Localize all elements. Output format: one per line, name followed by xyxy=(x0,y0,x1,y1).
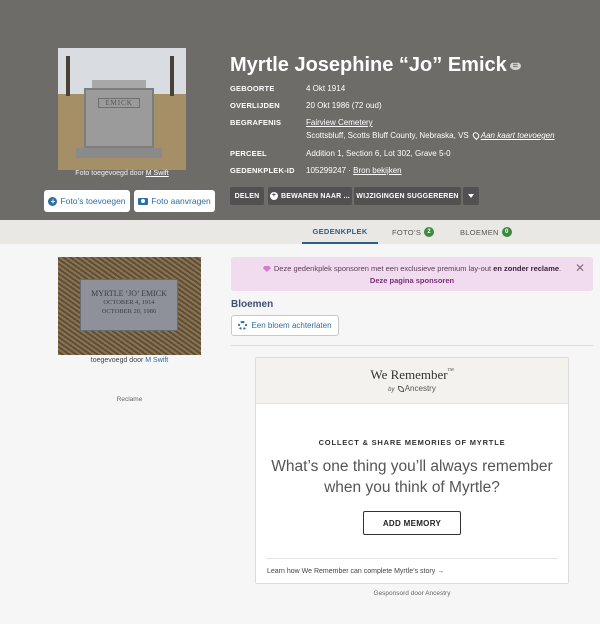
headstone-base xyxy=(76,148,162,158)
we-remember-logo: We RememberTM xyxy=(256,367,568,383)
plot-label: PERCEEL xyxy=(230,149,267,158)
side-caption-prefix: toegevoegd door xyxy=(90,357,144,364)
card-divider xyxy=(266,558,558,559)
headstone-line: MYRTLE ‘JO’ EMICK xyxy=(91,289,167,298)
add-to-map-link[interactable]: Aan kaart toevoegen xyxy=(481,131,555,140)
section-divider xyxy=(231,345,593,346)
side-contributor-link[interactable]: M Swift xyxy=(145,357,168,364)
by-text: by xyxy=(388,387,395,393)
sponsor-text-bold: en zonder reclame xyxy=(493,264,560,273)
memorial-tabs: GEDENKPLEK FOTO’S 2 BLOEMEN 0 xyxy=(0,220,600,244)
headstone-inscription: EMICK xyxy=(98,98,140,108)
view-source-link[interactable]: Bron bekijken xyxy=(353,166,401,175)
more-actions-button[interactable] xyxy=(463,187,479,205)
ancestry-leaf-icon xyxy=(397,385,404,392)
birth-label: GEBOORTE xyxy=(230,84,275,93)
request-photo-label: Foto aanvragen xyxy=(151,196,211,206)
headstone-line: OCTOBER 4, 1914 xyxy=(103,299,155,306)
ad-label: Reclame xyxy=(116,396,143,403)
leave-flower-button[interactable]: Een bloem achterlaten xyxy=(231,315,339,336)
person-name: Myrtle Josephine “Jo” Emick ☰ xyxy=(230,54,521,77)
headstone-text: MYRTLE ‘JO’ EMICK OCTOBER 4, 1914 OCTOBE… xyxy=(88,289,170,316)
camera-icon xyxy=(138,197,149,205)
trademark: TM xyxy=(447,367,454,372)
learn-more-link[interactable]: Learn how We Remember can complete Myrtl… xyxy=(267,568,444,575)
sponsor-text-main: Deze gedenkplek sponsoren met een exclus… xyxy=(273,264,492,273)
we-remember-card: We RememberTM by Ancestry COLLECT & SHAR… xyxy=(255,357,569,584)
cemetery-link[interactable]: Fairview Cemetery xyxy=(306,118,373,127)
tab-photos-label: FOTO’S xyxy=(392,227,422,237)
flowers-heading: Bloemen xyxy=(231,299,274,310)
memorial-header: EMICK Foto toegevoegd door M Swift + Fot… xyxy=(0,0,600,220)
tab-memorial[interactable]: GEDENKPLEK xyxy=(302,220,378,244)
sponsored-by: Gesponsord door Ancestry xyxy=(373,590,451,597)
burial-location: Scottsbluff, Scotts Bluff County, Nebras… xyxy=(306,131,555,141)
sponsor-text-end: . xyxy=(559,264,562,273)
cemetery-link-wrap: Fairview Cemetery xyxy=(306,118,373,127)
save-to-button[interactable]: + BEWAREN NAAR ... xyxy=(268,187,352,205)
tab-photos[interactable]: FOTO’S 2 xyxy=(392,220,435,244)
person-name-text: Myrtle Josephine “Jo” Emick xyxy=(230,54,507,76)
photo-contributor-link[interactable]: M Swift xyxy=(146,170,169,177)
brand-name: We Remember xyxy=(370,367,448,382)
main-grave-photo[interactable]: EMICK xyxy=(58,48,186,170)
ancestry-text: Ancestry xyxy=(404,384,436,393)
sponsor-page-link[interactable]: Deze pagina sponsoren xyxy=(231,276,593,285)
memorial-id-row: 105299247 · Bron bekijken xyxy=(306,166,402,175)
plot-value: Addition 1, Section 6, Lot 302, Grave 5-… xyxy=(306,149,451,158)
suggest-edits-button[interactable]: WIJZIGINGEN SUGGEREREN xyxy=(354,187,461,205)
gravestone-photo[interactable]: MYRTLE ‘JO’ EMICK OCTOBER 4, 1914 OCTOBE… xyxy=(58,257,201,355)
gem-icon xyxy=(262,266,271,273)
photo-caption-prefix: Foto toegevoegd door xyxy=(75,170,144,177)
photo-caption: Foto toegevoegd door M Swift xyxy=(58,170,186,177)
save-to-label: BEWAREN NAAR ... xyxy=(281,192,350,200)
tab-memorial-label: GEDENKPLEK xyxy=(312,226,368,236)
photos-count-badge: 2 xyxy=(424,227,435,237)
plus-circle-icon: + xyxy=(48,196,58,206)
bio-badge-icon[interactable]: ☰ xyxy=(509,61,521,70)
request-photo-button[interactable]: Foto aanvragen xyxy=(134,190,215,212)
death-label: OVERLIJDEN xyxy=(230,101,280,110)
map-pin-icon xyxy=(471,131,481,141)
birth-value: 4 Okt 1914 xyxy=(306,84,346,93)
flowers-count-badge: 0 xyxy=(501,227,512,237)
chevron-down-icon xyxy=(468,194,474,198)
add-photos-label: Foto’s toevoegen xyxy=(60,196,126,206)
flower-icon xyxy=(238,321,248,330)
tree-shape xyxy=(66,56,70,96)
card-question: What’s one thing you’ll always remember … xyxy=(271,458,553,496)
share-button[interactable]: DELEN xyxy=(230,187,264,205)
sponsor-text: Deze gedenkplek sponsoren met een exclus… xyxy=(231,264,593,273)
side-photo-caption: toegevoegd door M Swift xyxy=(58,357,201,364)
plus-circle-icon: + xyxy=(270,192,279,200)
headstone-line: OCTOBER 20, 1986 xyxy=(101,308,157,315)
memorial-id-label: GEDENKPLEK-ID xyxy=(230,166,295,175)
sponsor-banner: Deze gedenkplek sponsoren met een exclus… xyxy=(231,257,593,291)
headstone xyxy=(84,88,154,148)
add-photos-button[interactable]: + Foto’s toevoegen xyxy=(44,190,130,212)
memorial-id-value: 105299247 xyxy=(306,166,347,175)
card-kicker: COLLECT & SHARE MEMORIES OF MYRTLE xyxy=(318,438,506,447)
tab-flowers-label: BLOEMEN xyxy=(460,227,499,237)
tree-shape xyxy=(170,56,174,96)
card-header: We RememberTM by Ancestry xyxy=(256,358,568,404)
burial-location-text: Scottsbluff, Scotts Bluff County, Nebras… xyxy=(306,131,469,140)
burial-label: BEGRAFENIS xyxy=(230,118,282,127)
close-icon[interactable]: ✕ xyxy=(574,262,586,274)
leave-flower-label: Een bloem achterlaten xyxy=(251,321,332,330)
death-value: 20 Okt 1986 (72 oud) xyxy=(306,101,382,110)
tab-flowers[interactable]: BLOEMEN 0 xyxy=(460,220,512,244)
add-memory-button[interactable]: ADD MEMORY xyxy=(363,511,461,535)
by-ancestry: by Ancestry xyxy=(256,384,568,393)
